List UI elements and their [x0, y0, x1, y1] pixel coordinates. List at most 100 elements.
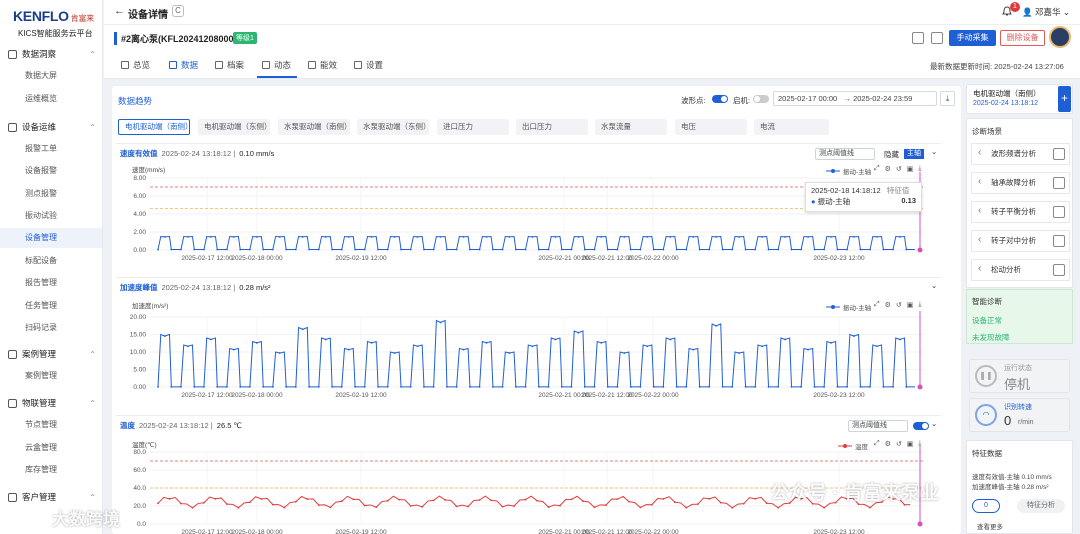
tab-archive[interactable]: 档案: [215, 59, 244, 71]
data-point: [285, 385, 288, 388]
feature-count[interactable]: 0: [972, 499, 1000, 513]
nav-group-insight[interactable]: 数据洞察 ⌃: [8, 48, 96, 60]
add-button[interactable]: +: [1058, 86, 1071, 112]
nav-group-cases[interactable]: 案例管理 ⌃: [8, 348, 96, 360]
waveform-analysis-button[interactable]: 波形频谱分析: [971, 143, 1070, 165]
y-tick-label: 5.00: [133, 367, 146, 374]
data-point: [639, 248, 642, 251]
data-point: [409, 248, 412, 251]
data-point: [294, 248, 297, 251]
manual-collect-button[interactable]: 手动采集: [949, 30, 996, 46]
data-point: [600, 236, 603, 238]
tab-settings[interactable]: 设置: [354, 59, 383, 71]
balance-analysis-button[interactable]: 转子平衡分析: [971, 201, 1070, 223]
view-more-link[interactable]: 查看更多: [977, 521, 1003, 531]
sensor-card[interactable]: 电机驱动端（南侧） 2025-02-24 13:18:12: [966, 84, 1073, 114]
sidebar-item[interactable]: 报告管理: [0, 273, 102, 293]
smart-diagnosis: 智能诊断 设备正常 未发现故障: [966, 289, 1073, 344]
tab-overview[interactable]: 总览: [121, 59, 150, 71]
y-tick-label: 80.0: [133, 449, 146, 456]
data-point: [209, 338, 212, 341]
tab-efficiency[interactable]: 能效: [308, 59, 337, 71]
data-point: [439, 321, 442, 324]
sidebar-item[interactable]: 报警工单: [0, 139, 102, 159]
data-point: [386, 385, 389, 388]
data-point: [846, 385, 848, 388]
data-point: [347, 236, 350, 238]
sidebar-item[interactable]: 振动试验: [0, 206, 102, 226]
x-tick-label: 2025-02-22 00:00: [627, 529, 679, 534]
data-point: [560, 248, 563, 251]
x-tick-label: 2025-02-22 00:00: [627, 392, 679, 399]
nav-group-ops[interactable]: 设备运维 ⌃: [8, 121, 96, 133]
sidebar-item[interactable]: 云盒管理: [0, 438, 102, 458]
data-point: [467, 505, 469, 508]
tab-data[interactable]: 数据: [169, 59, 198, 71]
bearing-analysis-button[interactable]: 轴承故障分析: [971, 172, 1070, 194]
tab-activity[interactable]: 动态: [262, 59, 291, 71]
data-point: [501, 385, 504, 388]
data-point: [537, 248, 540, 251]
data-point: [490, 499, 492, 502]
user-menu[interactable]: 👤 邓嘉华 ⌄: [1022, 6, 1070, 18]
data-point: [301, 236, 304, 238]
data-point: [721, 248, 724, 251]
data-point: [662, 248, 665, 251]
nav-group-iot[interactable]: 物联管理 ⌃: [8, 397, 96, 409]
sidebar-item[interactable]: 库存管理: [0, 460, 102, 480]
back-arrow-icon[interactable]: ←: [114, 5, 125, 17]
data-point: [731, 385, 734, 388]
sidebar-item[interactable]: 任务管理: [0, 296, 102, 316]
data-point: [491, 248, 494, 251]
data-point: [491, 385, 494, 388]
looseness-analysis-button[interactable]: 松动分析: [971, 259, 1070, 281]
data-point: [248, 248, 251, 251]
data-point: [386, 248, 389, 251]
data-point: [248, 385, 251, 388]
data-point: [742, 502, 745, 505]
monitor-icon[interactable]: [912, 32, 924, 44]
data-point: [462, 236, 465, 238]
sidebar-item[interactable]: 数据大屏: [0, 66, 102, 86]
data-point: [501, 248, 504, 251]
data-point: [203, 501, 205, 504]
x-tick-label: 2025-02-21 12:00: [581, 392, 633, 399]
data-point: [285, 248, 288, 251]
tab-bar: 总览 数据 档案 动态 能效 设置 最新数据更新时间: 2025-02-24 1…: [104, 49, 1080, 79]
data-point: [738, 352, 741, 354]
feature-analysis-button[interactable]: 特征分析: [1017, 499, 1065, 513]
sidebar-item-device-mgmt[interactable]: 设备管理: [0, 228, 102, 248]
data-point: [685, 248, 688, 251]
data-point: [191, 506, 194, 509]
refresh-icon[interactable]: C: [172, 5, 184, 17]
sidebar-item[interactable]: 案例管理: [0, 366, 102, 386]
qrcode-icon[interactable]: [931, 32, 943, 44]
nav-group-customers[interactable]: 客户管理 ⌃: [8, 491, 96, 503]
data-point: [352, 498, 355, 501]
data-point: [377, 248, 379, 251]
data-point: [882, 385, 885, 388]
sidebar-item[interactable]: 节点管理: [0, 415, 102, 435]
data-point: [777, 385, 780, 388]
data-point: [423, 385, 425, 388]
chevron-up-icon: ⌃: [89, 122, 96, 132]
sidebar-item[interactable]: 标配设备: [0, 251, 102, 271]
alignment-analysis-button[interactable]: 转子对中分析: [971, 230, 1070, 252]
delete-device-button[interactable]: 删除设备: [1000, 30, 1045, 46]
data-point: [324, 338, 327, 341]
sidebar-item[interactable]: 设备报警: [0, 161, 102, 181]
sidebar-item[interactable]: 测点报警: [0, 184, 102, 204]
data-point: [455, 248, 458, 251]
sidebar-item[interactable]: 扫码记录: [0, 318, 102, 338]
data-point: [485, 236, 488, 238]
sidebar-item[interactable]: 运维概览: [0, 89, 102, 109]
data-point: [600, 341, 603, 344]
avatar[interactable]: [1049, 26, 1071, 48]
data-point: [308, 385, 311, 388]
data-point: [340, 500, 343, 503]
data-point: [853, 335, 855, 337]
data-point: [370, 236, 373, 238]
data-point: [386, 499, 389, 502]
data-point: [627, 500, 630, 503]
diagnosis-scenes: 诊断场景 波形频谱分析 轴承故障分析 转子平衡分析 转子对中分析 松动分析: [966, 118, 1073, 288]
